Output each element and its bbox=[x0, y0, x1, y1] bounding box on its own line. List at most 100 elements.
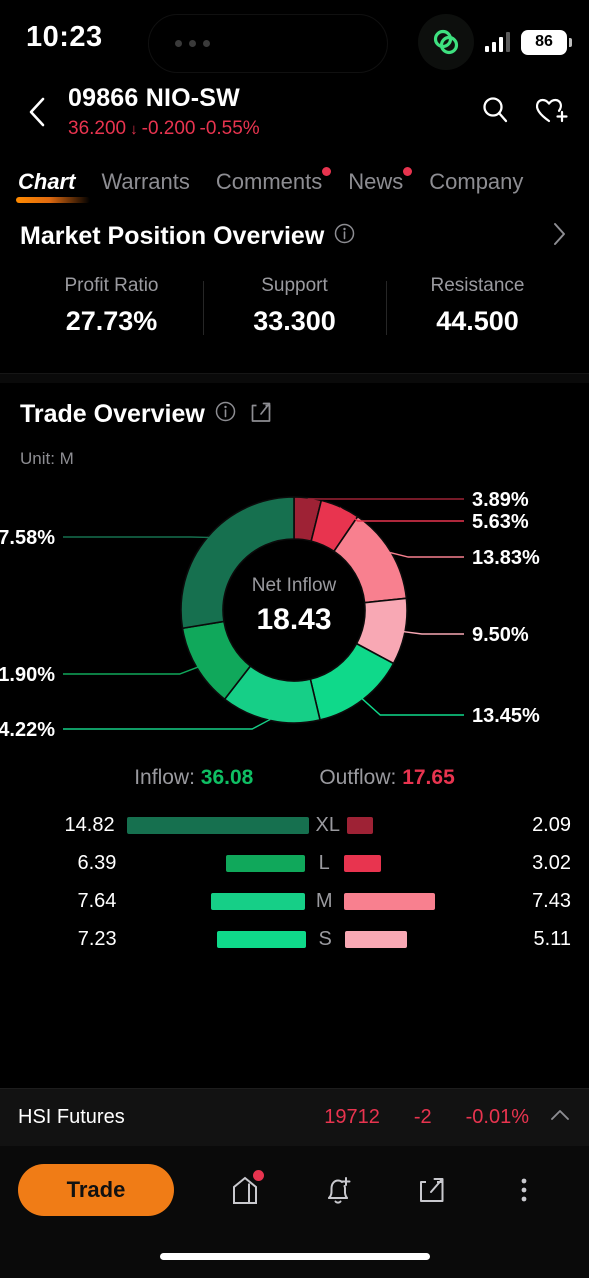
bar-outflow-track bbox=[344, 930, 522, 948]
tab-company[interactable]: Company bbox=[429, 169, 523, 205]
trade-overview-section: Trade Overview Unit: M bbox=[0, 383, 589, 469]
chevron-up-icon[interactable] bbox=[549, 1107, 571, 1128]
leader-line bbox=[361, 698, 464, 716]
leader-line bbox=[63, 666, 198, 675]
battery-indicator: 86 bbox=[521, 29, 572, 55]
bar-outflow-value: 7.43 bbox=[532, 889, 571, 912]
bar-outflow-fill bbox=[346, 816, 373, 834]
tab-comments-label: Comments bbox=[215, 169, 323, 194]
bar-outflow-fill bbox=[344, 930, 408, 948]
status-bar: 10:23 86 bbox=[0, 0, 589, 75]
inflow-value: 36.08 bbox=[200, 766, 254, 789]
section-divider bbox=[0, 373, 589, 383]
donut-center-value: 18.43 bbox=[256, 603, 331, 636]
bar-outflow-value: 3.02 bbox=[532, 851, 571, 874]
ticker-title: 09866 NIO-SW bbox=[68, 84, 260, 113]
metric-resistance: Resistance 44.500 bbox=[386, 275, 569, 337]
donut-center-label: Net Inflow bbox=[252, 575, 337, 596]
home-indicator-area bbox=[0, 1234, 589, 1278]
share-icon[interactable] bbox=[408, 1167, 454, 1213]
metric-value: 33.300 bbox=[253, 306, 336, 336]
trade-button[interactable]: Trade bbox=[18, 1164, 174, 1216]
home-indicator[interactable] bbox=[159, 1252, 430, 1260]
flow-summary: Inflow: 36.08 Outflow: 17.65 bbox=[0, 766, 589, 790]
bar-tier-label: S bbox=[318, 927, 332, 950]
leader-line bbox=[390, 551, 464, 558]
portfolio-icon[interactable] bbox=[222, 1167, 268, 1213]
status-right-cluster: 86 bbox=[417, 14, 572, 70]
bar-outflow-track bbox=[343, 854, 520, 872]
leader-line bbox=[63, 718, 271, 730]
donut-percent-label: 3.89% bbox=[472, 489, 529, 511]
trade-overview-header: Trade Overview bbox=[20, 383, 569, 445]
market-position-title: Market Position Overview bbox=[20, 221, 325, 250]
bar-inflow-value: 14.82 bbox=[64, 813, 115, 836]
trade-overview-title: Trade Overview bbox=[20, 399, 205, 428]
bar-outflow-fill bbox=[343, 892, 435, 910]
inflow-label: Inflow: bbox=[134, 766, 195, 789]
hsi-change: -2 bbox=[413, 1106, 432, 1128]
ticker-change-pct: -0.55% bbox=[199, 118, 260, 139]
donut-percent-label: 9.50% bbox=[472, 624, 529, 646]
leader-line bbox=[403, 630, 464, 635]
bar-inflow-fill bbox=[226, 854, 305, 872]
donut-percent-label: 27.58% bbox=[0, 527, 55, 549]
tab-news[interactable]: News bbox=[348, 167, 413, 205]
donut-percent-label: 13.45% bbox=[472, 705, 540, 727]
bar-outflow-track bbox=[343, 892, 520, 910]
tab-comments[interactable]: Comments bbox=[215, 167, 332, 205]
heart-plus-icon[interactable] bbox=[533, 94, 569, 131]
donut-percent-label: 5.63% bbox=[472, 511, 529, 533]
price-down-arrow: ↓ bbox=[130, 120, 138, 138]
bar-row: 7.23 S 5.11 bbox=[18, 920, 571, 958]
search-icon[interactable] bbox=[479, 94, 511, 131]
tab-news-badge bbox=[403, 167, 413, 176]
alert-bell-icon[interactable] bbox=[315, 1167, 361, 1213]
dynamic-island bbox=[148, 14, 388, 73]
bar-row: 6.39 L 3.02 bbox=[18, 844, 571, 882]
outflow-summary: Outflow: 17.65 bbox=[319, 766, 454, 790]
hsi-futures-bar[interactable]: HSI Futures 19712 -2 -0.01% bbox=[0, 1088, 589, 1146]
trade-donut-chart: Net Inflow 18.43 3.89% 5.63% 13.83% 9.50% 13… bbox=[0, 479, 589, 754]
nav-header: 09866 NIO-SW 36.200 ↓ -0.200 -0.55% bbox=[0, 75, 589, 149]
ticker-block[interactable]: 09866 NIO-SW 36.200 ↓ -0.200 -0.55% bbox=[68, 84, 260, 140]
share-icon[interactable] bbox=[250, 400, 272, 429]
outflow-label: Outflow: bbox=[319, 766, 397, 789]
tabbar-icons bbox=[174, 1167, 571, 1213]
info-circle-icon[interactable] bbox=[215, 401, 236, 427]
dynamic-island-dots bbox=[175, 40, 210, 47]
bar-tier-label: M bbox=[315, 889, 333, 912]
donut-percent-label: 13.83% bbox=[472, 547, 540, 569]
hsi-value: 19712 bbox=[324, 1106, 380, 1128]
market-position-header[interactable]: Market Position Overview bbox=[20, 205, 569, 267]
bottom-tab-bar: Trade bbox=[0, 1146, 589, 1234]
bar-inflow-value: 6.39 bbox=[77, 851, 117, 874]
cellular-signal-icon bbox=[484, 32, 510, 52]
bar-inflow-value: 7.23 bbox=[77, 927, 117, 950]
more-options-icon[interactable] bbox=[501, 1167, 547, 1213]
tab-active-underline bbox=[16, 197, 90, 203]
metric-label: Profit Ratio bbox=[64, 275, 159, 296]
tab-chart[interactable]: Chart bbox=[16, 169, 90, 205]
bar-tier-label: XL bbox=[315, 813, 340, 836]
chevron-right-icon[interactable] bbox=[551, 221, 567, 252]
metric-value: 27.73% bbox=[65, 306, 158, 336]
info-circle-icon[interactable] bbox=[334, 223, 355, 249]
metric-support: Support 33.300 bbox=[203, 275, 386, 337]
tab-news-label: News bbox=[348, 169, 404, 194]
status-time: 10:23 bbox=[26, 21, 103, 53]
tab-warrants[interactable]: Warrants bbox=[101, 169, 189, 205]
donut-percent-label: 14.22% bbox=[0, 719, 55, 741]
portfolio-badge bbox=[252, 1170, 264, 1181]
back-button[interactable] bbox=[20, 95, 54, 129]
tab-bar: Chart Warrants Comments News Company bbox=[0, 149, 589, 205]
bar-row: 14.82 XL 2.09 bbox=[18, 806, 571, 844]
ticker-name: NIO-SW bbox=[145, 84, 240, 112]
ticker-change: -0.200 bbox=[141, 118, 196, 139]
bar-outflow-value: 2.09 bbox=[532, 813, 571, 836]
hsi-name: HSI Futures bbox=[18, 1106, 125, 1128]
inflow-summary: Inflow: 36.08 bbox=[134, 766, 253, 790]
ticker-symbol: 09866 bbox=[68, 84, 139, 112]
bar-inflow-track bbox=[129, 930, 306, 948]
ticker-price: 36.200 bbox=[68, 118, 127, 139]
